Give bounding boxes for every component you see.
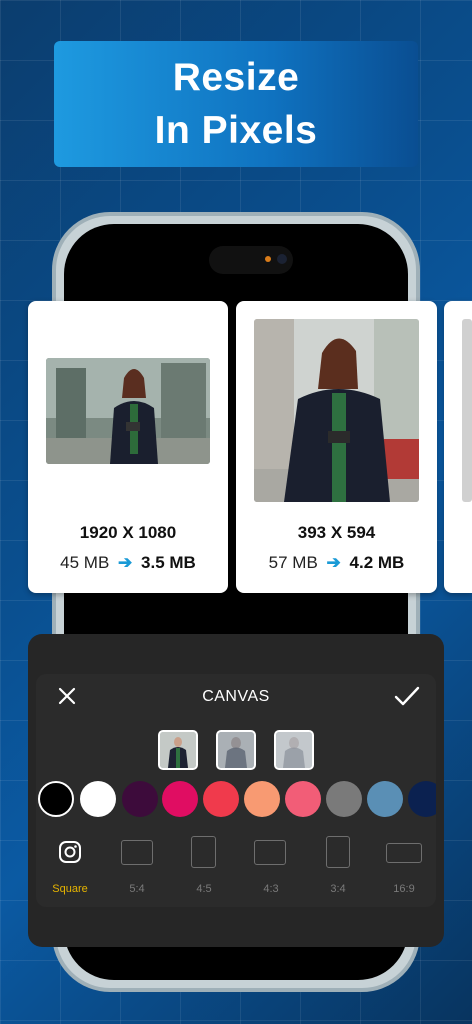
resize-card-partial[interactable] [444, 301, 472, 593]
ratio-4-5-icon [191, 836, 216, 868]
dynamic-island [209, 246, 293, 274]
ratio-label: 16:9 [393, 883, 415, 895]
ratio-3-4-icon [326, 836, 350, 868]
photo-landscape [46, 358, 210, 464]
ratio-16-9-icon [386, 843, 422, 863]
resize-card-landscape[interactable]: 1920 X 1080 45 MB ➔ 3.5 MB [28, 301, 228, 593]
ratio-4-3[interactable]: 4:3 [241, 834, 301, 898]
new-file-size: 3.5 MB [141, 553, 196, 572]
ratio-4-3-icon [254, 840, 286, 865]
color-swatch-black[interactable] [38, 781, 74, 817]
card-dimensions: 1920 X 1080 [79, 523, 177, 542]
panel-title: CANVAS [202, 688, 270, 705]
color-swatch-red[interactable] [203, 781, 239, 817]
ratio-label: 4:5 [196, 883, 212, 895]
ratio-4-5[interactable]: 4:5 [174, 834, 234, 898]
ratio-square[interactable]: Square [40, 834, 100, 898]
color-swatch-white[interactable] [80, 781, 116, 817]
ratio-5-4-icon [121, 840, 153, 865]
arrow-right-icon: ➔ [326, 553, 341, 572]
headline-title: Resize In Pixels [154, 56, 318, 152]
arrow-right-icon: ➔ [118, 553, 133, 572]
ratio-3-4[interactable]: 3:4 [308, 834, 368, 898]
resize-card-portrait[interactable]: 393 X 594 57 MB ➔ 4.2 MB [236, 301, 437, 593]
card-size-change: 57 MB ➔ 4.2 MB [236, 553, 437, 573]
old-file-size: 57 MB [268, 553, 318, 572]
color-swatch-pink[interactable] [285, 781, 321, 817]
photo-partial [462, 319, 472, 502]
instagram-icon [59, 841, 81, 863]
card-dimensions: 393 X 594 [297, 523, 376, 542]
check-icon[interactable] [394, 684, 420, 708]
color-swatch-row [38, 781, 436, 819]
ratio-label: 4:3 [263, 883, 279, 895]
card-size-change: 45 MB ➔ 3.5 MB [28, 553, 228, 573]
color-swatch-magenta[interactable] [162, 781, 198, 817]
headline-banner: Resize In Pixels [54, 41, 418, 167]
new-file-size: 4.2 MB [349, 553, 405, 572]
ratio-5-4[interactable]: 5:4 [107, 834, 167, 898]
ratio-label: 3:4 [330, 883, 346, 895]
front-camera-icon [277, 254, 287, 264]
ratio-label: Square [52, 883, 88, 895]
old-file-size: 45 MB [60, 553, 110, 572]
camera-indicator-icon [265, 256, 271, 262]
color-swatch-navy[interactable] [408, 781, 436, 817]
color-swatch-gray[interactable] [326, 781, 362, 817]
color-swatch-plum[interactable] [122, 781, 158, 817]
color-swatch-steel-blue[interactable] [367, 781, 403, 817]
canvas-editor-panel: CANVAS Square 5:4 4:5 4:3 3:4 16:9 [28, 634, 444, 947]
background-thumb-blur[interactable] [216, 730, 256, 770]
background-thumb-original[interactable] [158, 730, 198, 770]
photo-portrait [254, 319, 419, 502]
ratio-label: 5:4 [129, 883, 145, 895]
background-thumb-blur-light[interactable] [274, 730, 314, 770]
ratio-16-9[interactable]: 16:9 [374, 834, 434, 898]
color-swatch-peach[interactable] [244, 781, 280, 817]
